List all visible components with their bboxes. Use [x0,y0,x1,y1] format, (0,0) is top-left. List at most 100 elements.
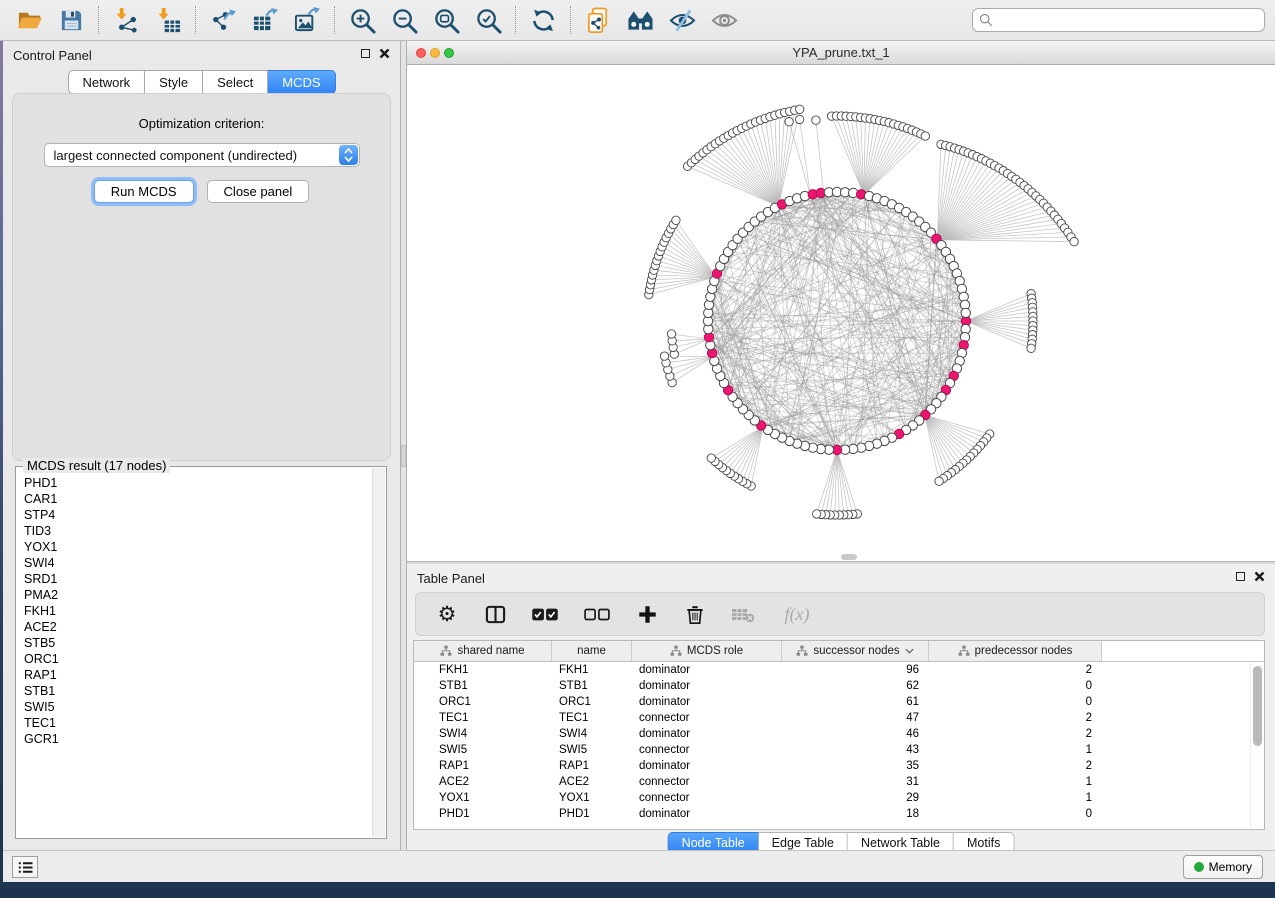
cell-shared-name: SWI5 [414,742,552,758]
export-network-icon [210,7,237,34]
table-row[interactable]: FKH1FKH1dominator962 [414,662,1264,678]
mcds-result-item[interactable]: TEC1 [24,715,370,731]
tab-select[interactable]: Select [203,70,268,94]
mcds-result-item[interactable]: PHD1 [24,475,370,491]
delete-table-button[interactable] [730,601,756,627]
zoom-selected-button[interactable] [467,3,509,37]
cell-successor-nodes: 18 [782,806,929,822]
new-network-from-selection-button[interactable] [577,3,619,37]
table-row[interactable]: SWI5SWI5connector431 [414,742,1264,758]
mcds-result-item[interactable]: PMA2 [24,587,370,603]
select-all-button[interactable] [530,601,560,627]
deselect-all-button[interactable] [582,601,612,627]
network-canvas[interactable] [407,65,1275,561]
export-table-button[interactable] [244,3,286,37]
mcds-result-item[interactable]: STP4 [24,507,370,523]
first-neighbors-button[interactable] [619,3,661,37]
table-header-row: shared namenameMCDS rolesuccessor nodesp… [414,641,1264,662]
table-row[interactable]: TEC1TEC1connector472 [414,710,1264,726]
table-vscrollbar[interactable] [1250,663,1263,828]
column-header-successor-nodes[interactable]: successor nodes [782,641,929,661]
import-table-button[interactable] [147,3,189,37]
mcds-result-item[interactable]: YOX1 [24,539,370,555]
table-row[interactable]: YOX1YOX1connector291 [414,790,1264,806]
tab-network[interactable]: Network [67,70,145,94]
toolbar-separator [570,6,571,34]
float-panel-icon[interactable] [361,49,370,58]
cell-shared-name: TEC1 [414,710,552,726]
mcds-result-item[interactable]: CAR1 [24,491,370,507]
search-input[interactable] [997,13,1258,27]
import-table-icon [155,7,182,34]
cell-predecessor-nodes: 2 [929,710,1102,726]
cell-name: PHD1 [552,806,632,822]
close-panel-button[interactable]: Close panel [207,180,310,203]
cell-MCDS-role: connector [632,742,782,758]
save-session-button[interactable] [50,3,92,37]
toggle-panes-button[interactable] [482,601,508,627]
task-history-button[interactable] [12,856,38,878]
table-row[interactable]: SWI4SWI4dominator462 [414,726,1264,742]
cytoscape-window: Control Panel NetworkStyleSelectMCDS Opt… [0,0,1275,890]
column-header-shared-name[interactable]: shared name [414,641,552,661]
cell-name: FKH1 [552,662,632,678]
table-row[interactable]: ORC1ORC1dominator610 [414,694,1264,710]
show-all-button[interactable] [703,3,745,37]
mcds-result-item[interactable]: SWI5 [24,699,370,715]
float-table-panel-icon[interactable] [1236,572,1245,581]
column-header-name[interactable]: name [552,641,632,661]
mcds-result-item[interactable]: SWI4 [24,555,370,571]
mcds-result-item[interactable]: RAP1 [24,667,370,683]
mcds-result-item[interactable]: FKH1 [24,603,370,619]
memory-button[interactable]: Memory [1183,855,1263,879]
export-image-button[interactable] [286,3,328,37]
mcds-result-item[interactable]: SRD1 [24,571,370,587]
table-row[interactable]: RAP1RAP1dominator352 [414,758,1264,774]
add-column-button[interactable] [634,601,660,627]
cell-MCDS-role: dominator [632,662,782,678]
network-hscroll-thumb[interactable] [841,554,857,560]
network-view[interactable] [407,65,1275,561]
close-panel-icon[interactable] [379,48,390,59]
attribute-icon [958,645,970,657]
mcds-list-scrollbar[interactable] [372,468,385,837]
mcds-result-item[interactable]: ORC1 [24,651,370,667]
zoom-in-button[interactable] [341,3,383,37]
cell-predecessor-nodes: 2 [929,758,1102,774]
mcds-result-item[interactable]: TID3 [24,523,370,539]
table-row[interactable]: PHD1PHD1dominator180 [414,806,1264,822]
tab-mcds[interactable]: MCDS [268,70,335,94]
open-file-button[interactable] [8,3,50,37]
mcds-result-item[interactable]: STB5 [24,635,370,651]
zoom-fit-button[interactable] [425,3,467,37]
optimization-criterion-select[interactable]: largest connected component (undirected) [44,143,360,167]
close-table-panel-icon[interactable] [1254,571,1265,582]
zoom-out-button[interactable] [383,3,425,37]
cell-predecessor-nodes: 1 [929,742,1102,758]
table-vscroll-thumb[interactable] [1253,666,1262,746]
app-body: Control Panel NetworkStyleSelectMCDS Opt… [3,41,1275,882]
binoculars-icon [627,7,654,34]
table-row[interactable]: STB1STB1dominator620 [414,678,1264,694]
apply-layout-button[interactable] [522,3,564,37]
vertical-splitter[interactable] [400,41,407,850]
table-panel-title: Table Panel [417,571,485,586]
column-settings-button[interactable]: ⚙ [434,601,460,627]
import-network-button[interactable] [105,3,147,37]
run-mcds-button[interactable]: Run MCDS [94,180,194,203]
table-row[interactable]: ACE2ACE2connector311 [414,774,1264,790]
mcds-result-list[interactable]: PHD1CAR1STP4TID3YOX1SWI4SRD1PMA2FKH1ACE2… [24,475,370,836]
mcds-result-item[interactable]: ACE2 [24,619,370,635]
cell-shared-name: ORC1 [414,694,552,710]
mcds-result-item[interactable]: GCR1 [24,731,370,747]
function-builder-button[interactable]: f(x) [778,601,816,627]
column-header-predecessor-nodes[interactable]: predecessor nodes [929,641,1102,661]
export-network-button[interactable] [202,3,244,37]
splitter-handle[interactable] [401,445,406,467]
hide-selected-button[interactable] [661,3,703,37]
delete-columns-button[interactable] [682,601,708,627]
tab-style[interactable]: Style [145,70,203,94]
mcds-result-item[interactable]: STB1 [24,683,370,699]
column-header-MCDS-role[interactable]: MCDS role [632,641,782,661]
cell-MCDS-role: dominator [632,726,782,742]
